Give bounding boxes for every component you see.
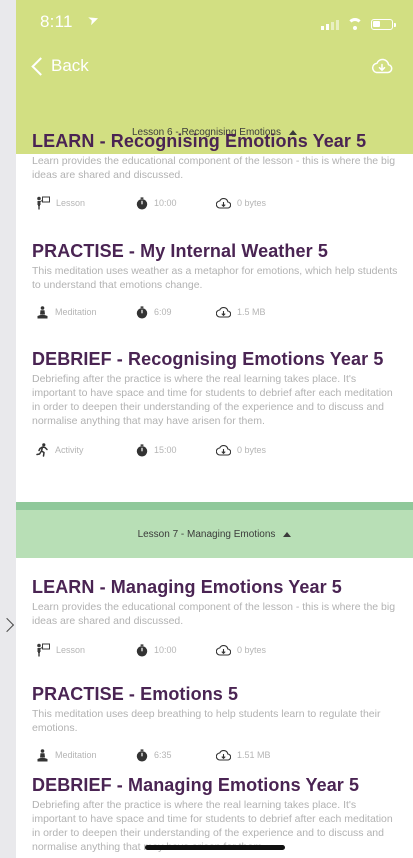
activity-title: PRACTISE - My Internal Weather 5: [32, 241, 328, 261]
activity-size-label: 0 bytes: [237, 198, 267, 208]
activity-type-label: Meditation: [55, 307, 97, 317]
activity-size: 0 bytes: [216, 444, 316, 456]
activity-type-label: Lesson: [56, 645, 86, 655]
battery-icon: [371, 19, 396, 30]
activity-size: 0 bytes: [216, 644, 316, 656]
activity-title: DEBRIEF - Managing Emotions Year 5: [32, 775, 360, 795]
activity-type-label: Lesson: [56, 198, 86, 208]
cloud-download-icon[interactable]: [371, 58, 393, 74]
wifi-icon: [347, 18, 363, 30]
location-arrow-icon: ➤: [85, 10, 101, 29]
activity-type-label: Meditation: [55, 750, 97, 760]
activity-duration-label: 10:00: [154, 645, 177, 655]
activity-meta: Meditation 6:09 1.5 MB: [32, 304, 400, 320]
activity-title: PRACTISE - Emotions 5: [32, 684, 239, 704]
activity-description: This meditation uses weather as a metaph…: [32, 265, 398, 291]
teacher-board-icon: [37, 196, 50, 210]
status-time: 8:11: [40, 12, 73, 31]
running-person-icon: [36, 443, 48, 457]
activity-description: This meditation uses deep breathing to h…: [32, 708, 381, 734]
activity-type: Meditation: [32, 748, 136, 762]
activity-duration-label: 6:09: [154, 307, 172, 317]
activity-card[interactable]: DEBRIEF - Managing Emotions Year 5 Debri…: [32, 774, 400, 854]
stopwatch-icon: [136, 196, 148, 209]
home-indicator[interactable]: [145, 845, 285, 850]
stopwatch-icon: [136, 443, 148, 456]
activity-description: Learn provides the educational component…: [32, 155, 396, 181]
caret-up-icon: [283, 531, 292, 537]
lesson-header-7[interactable]: Lesson 7 - Managing Emotions: [16, 510, 413, 558]
activity-duration: 15:00: [136, 443, 216, 457]
activity-card[interactable]: PRACTISE - My Internal Weather 5 This me…: [32, 240, 400, 320]
activity-duration: 6:09: [136, 305, 216, 319]
teacher-board-icon: [37, 643, 50, 657]
activity-card[interactable]: PRACTISE - Emotions 5 This meditation us…: [32, 683, 400, 763]
activity-duration-label: 6:35: [154, 750, 172, 760]
side-chevron-right-icon: [0, 617, 15, 633]
lesson-divider: [16, 502, 413, 510]
activity-size-label: 1.51 MB: [237, 750, 271, 760]
meditation-icon: [37, 305, 48, 318]
activity-description: Debriefing after the practice is where t…: [32, 373, 393, 427]
activity-duration: 10:00: [136, 196, 216, 210]
meditation-icon: [37, 748, 48, 761]
activity-card[interactable]: DEBRIEF - Recognising Emotions Year 5 De…: [32, 348, 400, 458]
activity-meta: Lesson 10:00 0 bytes: [32, 642, 400, 658]
stopwatch-icon: [136, 305, 148, 318]
activity-meta: Activity 15:00 0 bytes: [32, 442, 400, 458]
nav-bar: Back Lesson 6 - Recognising Emotions: [16, 44, 413, 154]
cloud-download-icon: [216, 645, 231, 656]
activity-duration: 10:00: [136, 643, 216, 657]
cellular-signal-icon: [321, 20, 339, 30]
status-icons: [321, 16, 396, 30]
back-label: Back: [51, 56, 89, 75]
chevron-left-icon: [31, 56, 50, 76]
activity-type: Meditation: [32, 305, 136, 319]
activity-size-label: 1.5 MB: [237, 307, 266, 317]
activity-size: 0 bytes: [216, 197, 316, 209]
activity-size: 1.5 MB: [216, 306, 316, 318]
cloud-download-icon: [216, 445, 231, 456]
activity-card[interactable]: LEARN - Recognising Emotions Year 5 Lear…: [32, 130, 400, 211]
back-button[interactable]: Back: [30, 56, 89, 76]
stopwatch-icon: [136, 748, 148, 761]
activity-duration-label: 10:00: [154, 198, 177, 208]
activity-title: LEARN - Managing Emotions Year 5: [32, 577, 342, 597]
cloud-download-icon: [216, 750, 231, 761]
status-bar: 8:11 ➤: [16, 0, 413, 44]
activity-type-label: Activity: [55, 445, 84, 455]
activity-size-label: 0 bytes: [237, 645, 267, 655]
stopwatch-icon: [136, 643, 148, 656]
activity-card[interactable]: LEARN - Managing Emotions Year 5 Learn p…: [32, 576, 400, 658]
activity-size: 1.51 MB: [216, 749, 316, 761]
activity-meta: Meditation 6:35 1.51 MB: [32, 747, 400, 763]
activity-duration-label: 15:00: [154, 445, 177, 455]
phone-screen: 8:11 ➤ Back Lesson 6 - Recognising Emoti…: [16, 0, 413, 858]
activity-title: LEARN - Recognising Emotions Year 5: [32, 131, 367, 151]
activity-duration: 6:35: [136, 748, 216, 762]
cloud-download-icon: [216, 307, 231, 318]
activity-title: DEBRIEF - Recognising Emotions Year 5: [32, 349, 384, 369]
cloud-download-icon: [216, 198, 231, 209]
activity-type: Activity: [32, 443, 136, 457]
activity-meta: Lesson 10:00 0 bytes: [32, 195, 400, 211]
lesson-header-label: Lesson 7 - Managing Emotions: [137, 528, 276, 540]
activity-type: Lesson: [32, 196, 136, 210]
activity-description: Learn provides the educational component…: [32, 601, 396, 627]
activity-type: Lesson: [32, 643, 136, 657]
activity-size-label: 0 bytes: [237, 445, 267, 455]
